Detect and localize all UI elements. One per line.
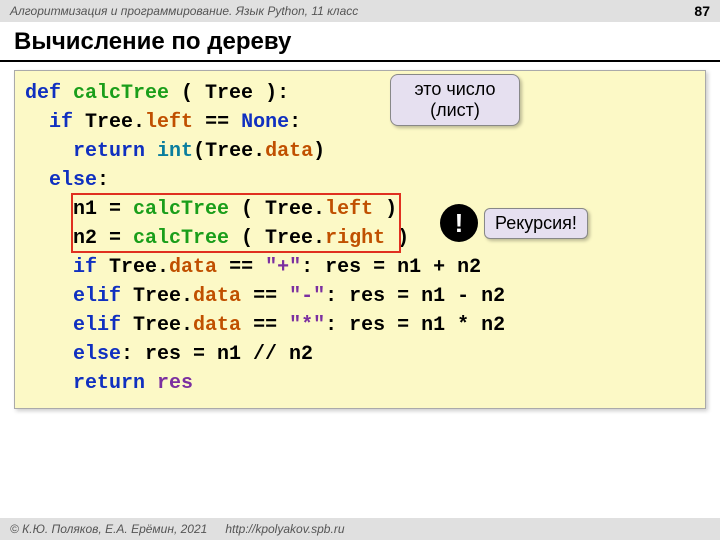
page-title: Вычисление по дереву — [0, 22, 720, 62]
code-line: return res — [25, 369, 695, 398]
header: Алгоритмизация и программирование. Язык … — [0, 0, 720, 22]
recursion-label: Рекурсия! — [484, 208, 588, 239]
recursion-callout: ! Рекурсия! — [440, 204, 588, 242]
code-line: n2 = calcTree ( Tree.right ) — [25, 224, 695, 253]
code-line: n1 = calcTree ( Tree.left ) — [25, 195, 695, 224]
content: def calcTree ( Tree ): if Tree.left == N… — [0, 70, 720, 409]
page-number: 87 — [694, 3, 710, 19]
code-line: def calcTree ( Tree ): — [25, 79, 695, 108]
course-label: Алгоритмизация и программирование. Язык … — [10, 4, 358, 18]
code-line: else: res = n1 // n2 — [25, 340, 695, 369]
code-line: elif Tree.data == "*": res = n1 * n2 — [25, 311, 695, 340]
exclamation-icon: ! — [440, 204, 478, 242]
code-line: elif Tree.data == "-": res = n1 - n2 — [25, 282, 695, 311]
code-line: return int(Tree.data) — [25, 137, 695, 166]
code-line: else: — [25, 166, 695, 195]
footer-url: http://kpolyakov.spb.ru — [225, 522, 344, 536]
footer: © К.Ю. Поляков, Е.А. Ерёмин, 2021 http:/… — [0, 518, 720, 540]
code-block: def calcTree ( Tree ): if Tree.left == N… — [14, 70, 706, 409]
leaf-callout: это число (лист) — [390, 74, 520, 126]
code-line: if Tree.data == "+": res = n1 + n2 — [25, 253, 695, 282]
code-line: if Tree.left == None: — [25, 108, 695, 137]
copyright: © К.Ю. Поляков, Е.А. Ерёмин, 2021 — [10, 522, 207, 536]
